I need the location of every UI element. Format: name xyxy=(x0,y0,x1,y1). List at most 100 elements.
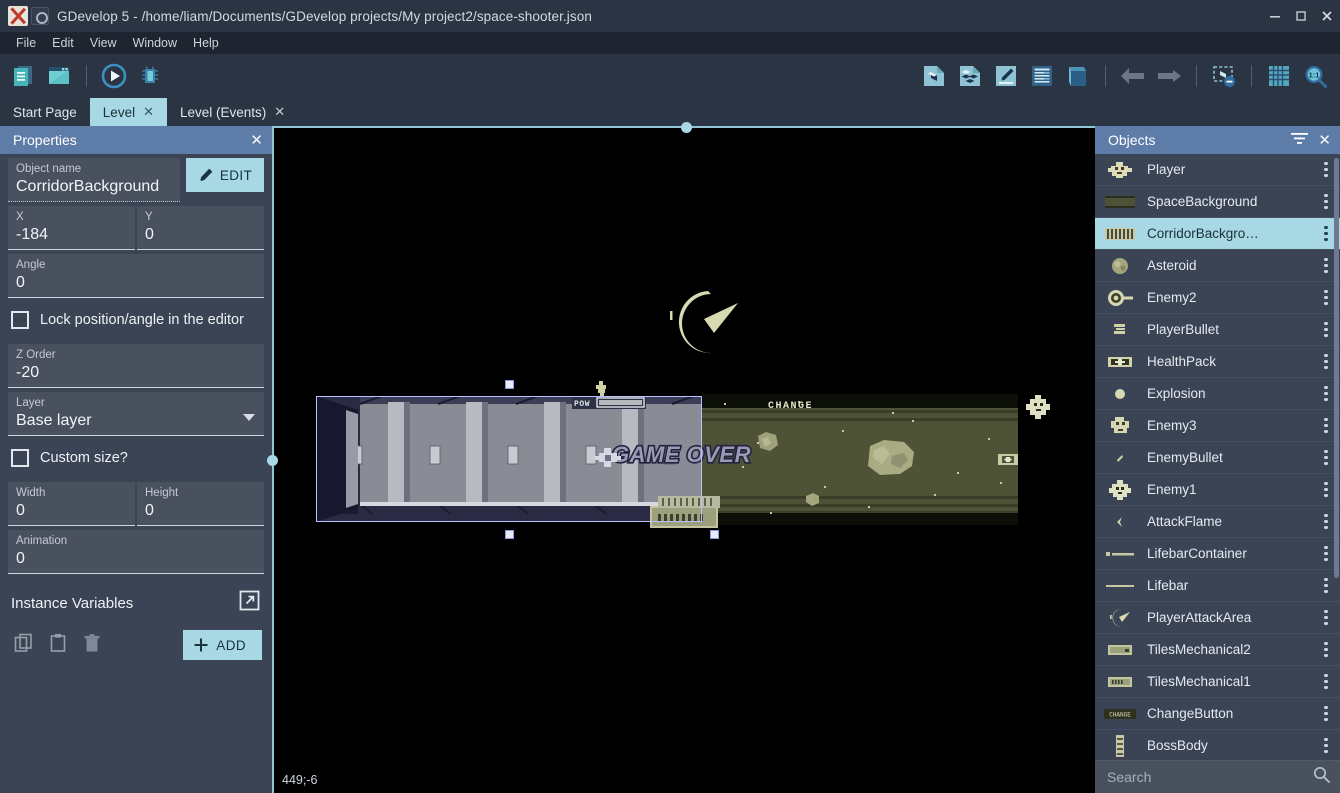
object-context-menu-icon[interactable] xyxy=(1316,385,1336,402)
selection-handle-top[interactable] xyxy=(505,380,514,389)
objects-scrollbar[interactable] xyxy=(1334,158,1339,578)
chevron-down-icon[interactable] xyxy=(243,414,255,421)
menu-file[interactable]: File xyxy=(8,34,44,52)
object-context-menu-icon[interactable] xyxy=(1316,289,1336,306)
object-context-menu-icon[interactable] xyxy=(1316,481,1336,498)
object-context-menu-icon[interactable] xyxy=(1316,449,1336,466)
preview-play-icon[interactable] xyxy=(99,61,129,91)
scene-canvas[interactable]: CHANGE POW GAME OVER 449;-6 xyxy=(272,126,1095,793)
tab-level[interactable]: Level ✕ xyxy=(89,98,167,126)
top-splitter-handle[interactable] xyxy=(681,122,692,133)
object-list-item[interactable]: LifebarContainer xyxy=(1095,538,1340,570)
object-list-item[interactable]: PlayerBullet xyxy=(1095,314,1340,346)
left-splitter-handle[interactable] xyxy=(267,455,278,466)
object-context-menu-icon[interactable] xyxy=(1316,193,1336,210)
object-context-menu-icon[interactable] xyxy=(1316,321,1336,338)
debug-icon[interactable] xyxy=(135,61,165,91)
animation-field[interactable]: Animation 0 xyxy=(8,530,264,574)
add-variable-button[interactable]: ADD xyxy=(183,630,262,660)
player-attack-area-sprite[interactable] xyxy=(652,285,748,365)
object-list-item[interactable]: HealthPack xyxy=(1095,346,1340,378)
object-context-menu-icon[interactable] xyxy=(1316,545,1336,562)
object-list-item[interactable]: BossBody xyxy=(1095,730,1340,760)
object-context-menu-icon[interactable] xyxy=(1316,609,1336,626)
height-field[interactable]: Height 0 xyxy=(137,482,264,526)
object-context-menu-icon[interactable] xyxy=(1316,353,1336,370)
object-list-item[interactable]: Enemy3 xyxy=(1095,410,1340,442)
close-icon[interactable]: ✕ xyxy=(250,133,263,148)
object-list-item[interactable]: EnemyBullet xyxy=(1095,442,1340,474)
zoom-reset-icon[interactable]: 1:1 xyxy=(1300,61,1330,91)
object-list-item[interactable]: Explosion xyxy=(1095,378,1340,410)
search-input[interactable]: Search xyxy=(1107,769,1307,785)
object-context-menu-icon[interactable] xyxy=(1316,737,1336,754)
tab-close-icon[interactable]: ✕ xyxy=(143,104,154,120)
object-list-item[interactable]: TilesMechanical1 xyxy=(1095,666,1340,698)
object-context-menu-icon[interactable] xyxy=(1316,417,1336,434)
open-objects-list-icon[interactable] xyxy=(1027,61,1057,91)
maximize-button[interactable] xyxy=(1288,0,1314,32)
toggle-instances-selection-icon[interactable] xyxy=(1209,61,1239,91)
undo-icon[interactable] xyxy=(1118,61,1148,91)
object-list-item[interactable]: Enemy2 xyxy=(1095,282,1340,314)
open-scene-icon[interactable] xyxy=(44,61,74,91)
close-icon[interactable]: ✕ xyxy=(1318,133,1331,148)
toggle-grid-icon[interactable] xyxy=(1264,61,1294,91)
edit-instances-icon[interactable] xyxy=(991,61,1021,91)
project-manager-icon[interactable] xyxy=(8,61,38,91)
object-context-menu-icon[interactable] xyxy=(1316,673,1336,690)
objects-search-bar[interactable]: Search xyxy=(1095,760,1340,793)
checkbox-icon[interactable] xyxy=(11,311,29,329)
search-icon[interactable] xyxy=(1313,766,1330,788)
selection-handle-bottom[interactable] xyxy=(505,530,514,539)
add-objects-group-icon[interactable] xyxy=(955,61,985,91)
selection-handle-bottom-right[interactable] xyxy=(710,530,719,539)
menu-edit[interactable]: Edit xyxy=(44,34,82,52)
tab-start-page[interactable]: Start Page xyxy=(0,98,90,126)
paste-icon[interactable] xyxy=(48,633,68,658)
z-order-field[interactable]: Z Order -20 xyxy=(8,344,264,388)
menu-window[interactable]: Window xyxy=(125,34,185,52)
layer-select[interactable]: Layer Base layer xyxy=(8,392,264,436)
object-context-menu-icon[interactable] xyxy=(1316,513,1336,530)
object-list-item[interactable]: CorridorBackgro… xyxy=(1095,218,1340,250)
x-field[interactable]: X -184 xyxy=(8,206,135,250)
delete-icon[interactable] xyxy=(82,633,102,658)
angle-field[interactable]: Angle 0 xyxy=(8,254,264,298)
object-list-item[interactable]: PlayerAttackArea xyxy=(1095,602,1340,634)
object-context-menu-icon[interactable] xyxy=(1316,577,1336,594)
objects-list[interactable]: Player SpaceBackground CorridorBackgro… Ast… xyxy=(1095,154,1340,760)
minimize-button[interactable] xyxy=(1262,0,1288,32)
object-list-item[interactable]: AttackFlame xyxy=(1095,506,1340,538)
object-list-item[interactable]: Player xyxy=(1095,154,1340,186)
object-list-item[interactable]: TilesMechanical2 xyxy=(1095,634,1340,666)
object-context-menu-icon[interactable] xyxy=(1316,225,1336,242)
checkbox-icon[interactable] xyxy=(11,449,29,467)
filter-icon[interactable] xyxy=(1291,131,1309,149)
object-context-menu-icon[interactable] xyxy=(1316,641,1336,658)
custom-size-checkbox-row[interactable]: Custom size? xyxy=(0,436,272,478)
y-field[interactable]: Y 0 xyxy=(137,206,264,250)
add-object-icon[interactable] xyxy=(919,61,949,91)
close-button[interactable] xyxy=(1314,0,1340,32)
open-in-window-icon[interactable] xyxy=(239,590,260,616)
copy-icon[interactable] xyxy=(14,633,34,658)
object-name-field[interactable]: Object name CorridorBackground xyxy=(8,158,180,202)
object-list-item[interactable]: Enemy1 xyxy=(1095,474,1340,506)
redo-icon[interactable] xyxy=(1154,61,1184,91)
menu-view[interactable]: View xyxy=(82,34,125,52)
object-list-item[interactable]: CHANGE ChangeButton xyxy=(1095,698,1340,730)
object-context-menu-icon[interactable] xyxy=(1316,161,1336,178)
edit-object-button[interactable]: EDIT xyxy=(186,158,264,192)
enemy1-sprite-scene[interactable] xyxy=(1024,394,1052,422)
open-layers-list-icon[interactable] xyxy=(1063,61,1093,91)
object-list-item[interactable]: SpaceBackground xyxy=(1095,186,1340,218)
object-context-menu-icon[interactable] xyxy=(1316,257,1336,274)
lock-position-checkbox-row[interactable]: Lock position/angle in the editor xyxy=(0,298,272,340)
tab-close-icon[interactable]: ✕ xyxy=(274,104,285,120)
object-context-menu-icon[interactable] xyxy=(1316,705,1336,722)
menu-help[interactable]: Help xyxy=(185,34,227,52)
width-field[interactable]: Width 0 xyxy=(8,482,135,526)
object-list-item[interactable]: Asteroid xyxy=(1095,250,1340,282)
tab-level-events[interactable]: Level (Events) ✕ xyxy=(167,98,298,126)
